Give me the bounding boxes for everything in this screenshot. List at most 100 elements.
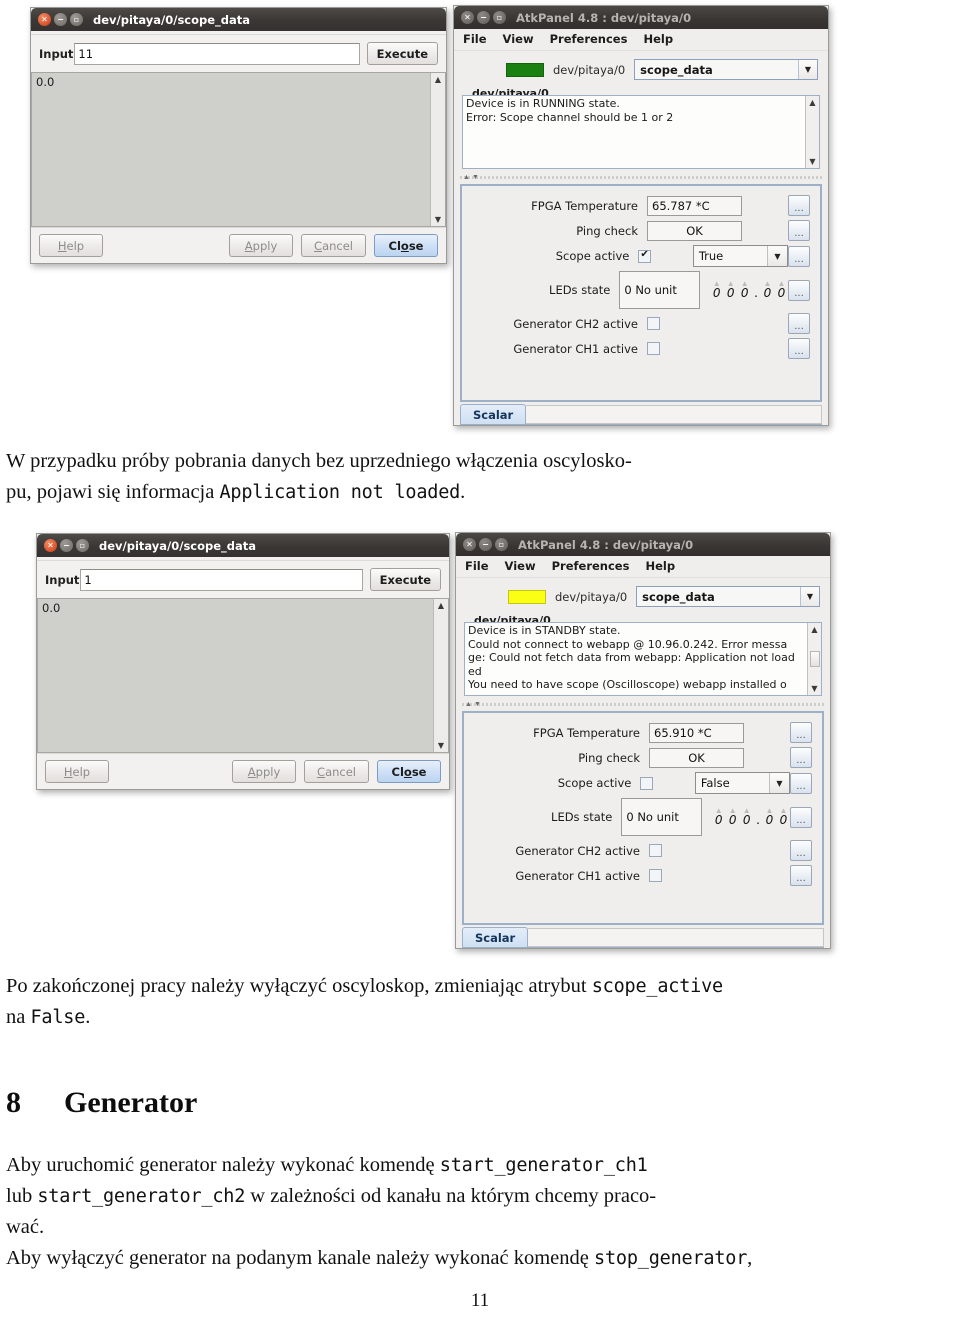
close-window-icon[interactable]: ✕	[463, 538, 476, 551]
scroll-down-icon[interactable]: ▼	[809, 155, 815, 168]
panel-splitter[interactable]: ▲ ▼	[462, 699, 824, 709]
spinner-digit[interactable]: ▲ 0	[740, 807, 753, 827]
scope-active-checkbox[interactable]	[638, 249, 651, 263]
menubar[interactable]: File View Preferences Help	[454, 29, 828, 51]
cancel-button[interactable]: Cancel	[301, 234, 366, 257]
maximize-window-icon[interactable]: ▫	[495, 538, 508, 551]
tabbar[interactable]: Scalar	[462, 927, 824, 948]
scrollbar-thumb[interactable]	[809, 651, 820, 667]
attribute-options-button[interactable]: ...	[790, 840, 812, 861]
attribute-options-button[interactable]: ...	[788, 195, 810, 216]
minimize-window-icon[interactable]: −	[54, 13, 67, 26]
generator-ch1-checkbox[interactable]	[649, 869, 662, 882]
spinner-digit[interactable]: ▲ 0	[724, 280, 737, 300]
generator-ch2-checkbox[interactable]	[647, 317, 660, 330]
chevron-down-icon[interactable]: ▼	[798, 60, 817, 79]
attribute-options-button[interactable]: ...	[790, 772, 812, 794]
spinner-digit[interactable]: ▲ 0	[712, 807, 725, 827]
scroll-up-icon[interactable]: ▲	[809, 96, 815, 109]
maximize-window-icon[interactable]: ▫	[76, 539, 89, 552]
close-window-icon[interactable]: ✕	[38, 13, 51, 26]
close-button[interactable]: Cl o se	[377, 760, 441, 783]
scroll-down-icon[interactable]: ▼	[811, 682, 817, 695]
atkpanel-titlebar[interactable]: ✕ − ▫ AtkPanel 4.8 : dev/pitaya/0	[456, 533, 830, 556]
apply-button[interactable]: Apply	[232, 760, 297, 783]
spinner-digit[interactable]: ▲ 0	[763, 807, 776, 827]
chevron-down-icon[interactable]: ▼	[766, 246, 787, 266]
menu-view[interactable]: View	[503, 32, 534, 46]
leds-state-spinner[interactable]: ▲ 0 ▲ 0 ▲ 0 . ▲ 0 ▲ 0	[710, 280, 788, 300]
scope-data-dialog-2[interactable]: ✕ − ▫ dev/pitaya/0/scope_data Input 1 Ex…	[36, 533, 450, 790]
scroll-down-icon[interactable]: ▼	[435, 213, 441, 226]
menu-preferences[interactable]: Preferences	[550, 32, 628, 46]
tab-scalar[interactable]: Scalar	[462, 927, 529, 947]
minimize-window-icon[interactable]: −	[477, 11, 490, 24]
messages-scrollbar[interactable]: ▲ ▼	[805, 96, 819, 168]
minimize-window-icon[interactable]: −	[479, 538, 492, 551]
atkpanel-titlebar[interactable]: ✕ − ▫ AtkPanel 4.8 : dev/pitaya/0	[454, 6, 828, 29]
window-controls[interactable]: ✕ − ▫	[463, 538, 508, 551]
execute-button[interactable]: Execute	[369, 568, 441, 591]
window-controls[interactable]: ✕ − ▫	[461, 11, 506, 24]
dialog-titlebar[interactable]: ✕ − ▫ dev/pitaya/0/scope_data	[37, 534, 449, 557]
scope-data-dialog-1[interactable]: ✕ − ▫ dev/pitaya/0/scope_data Input 11 E…	[30, 7, 447, 264]
dialog-titlebar[interactable]: ✕ − ▫ dev/pitaya/0/scope_data	[31, 8, 446, 31]
attribute-options-button[interactable]: ...	[788, 313, 810, 334]
attribute-options-button[interactable]: ...	[790, 747, 812, 768]
attribute-options-button[interactable]: ...	[788, 245, 810, 267]
scroll-up-icon[interactable]: ▲	[435, 73, 441, 86]
menu-preferences[interactable]: Preferences	[552, 559, 630, 573]
window-controls[interactable]: ✕ − ▫	[38, 13, 83, 26]
input-field[interactable]: 1	[80, 568, 363, 591]
panel-splitter[interactable]: ▲ ▼	[460, 172, 822, 182]
output-scrollbar[interactable]: ▲ ▼	[430, 73, 445, 226]
window-controls[interactable]: ✕ − ▫	[44, 539, 89, 552]
attribute-options-button[interactable]: ...	[790, 722, 812, 743]
spinner-digit[interactable]: ▲ 0	[726, 807, 739, 827]
attribute-combo[interactable]: scope_data ▼	[634, 59, 818, 80]
menu-view[interactable]: View	[505, 559, 536, 573]
help-button[interactable]: Help	[45, 760, 109, 783]
scroll-up-icon[interactable]: ▲	[438, 599, 444, 612]
spinner-digit[interactable]: ▲ 0	[710, 280, 723, 300]
tab-scalar[interactable]: Scalar	[460, 404, 527, 424]
attribute-options-button[interactable]: ...	[788, 338, 810, 359]
spinner-digit[interactable]: ▲ 0	[761, 280, 774, 300]
scope-active-combo[interactable]: False ▼	[694, 772, 790, 794]
atkpanel-window-1[interactable]: ✕ − ▫ AtkPanel 4.8 : dev/pitaya/0 File V…	[453, 5, 829, 426]
maximize-window-icon[interactable]: ▫	[493, 11, 506, 24]
menubar[interactable]: File View Preferences Help	[456, 556, 830, 578]
close-button[interactable]: Cl o se	[374, 234, 438, 257]
generator-ch2-checkbox[interactable]	[649, 844, 662, 857]
messages-scrollbar[interactable]: ▲ ▼	[807, 623, 821, 695]
minimize-window-icon[interactable]: −	[60, 539, 73, 552]
scroll-down-icon[interactable]: ▼	[438, 739, 444, 752]
attribute-combo[interactable]: scope_data ▼	[636, 586, 820, 607]
attribute-options-button[interactable]: ...	[788, 220, 810, 241]
scope-active-combo[interactable]: True ▼	[692, 245, 788, 267]
atkpanel-window-2[interactable]: ✕ − ▫ AtkPanel 4.8 : dev/pitaya/0 File V…	[455, 532, 831, 949]
menu-file[interactable]: File	[465, 559, 489, 573]
scroll-up-icon[interactable]: ▲	[811, 623, 817, 636]
menu-help[interactable]: Help	[645, 559, 675, 573]
apply-button[interactable]: Apply	[229, 234, 294, 257]
generator-ch1-checkbox[interactable]	[647, 342, 660, 355]
spinner-digit[interactable]: ▲ 0	[738, 280, 751, 300]
tabbar[interactable]: Scalar	[460, 404, 822, 425]
leds-state-spinner[interactable]: ▲ 0 ▲ 0 ▲ 0 . ▲ 0 ▲ 0	[712, 807, 790, 827]
scope-active-checkbox[interactable]	[640, 776, 653, 790]
menu-help[interactable]: Help	[643, 32, 673, 46]
chevron-down-icon[interactable]: ▼	[800, 587, 819, 606]
chevron-down-icon[interactable]: ▼	[768, 773, 789, 793]
attribute-options-button[interactable]: ...	[788, 279, 810, 301]
execute-button[interactable]: Execute	[366, 42, 438, 65]
spinner-digit[interactable]: ▲ 0	[777, 807, 790, 827]
attribute-options-button[interactable]: ...	[790, 806, 812, 828]
close-window-icon[interactable]: ✕	[461, 11, 474, 24]
maximize-window-icon[interactable]: ▫	[70, 13, 83, 26]
cancel-button[interactable]: Cancel	[304, 760, 369, 783]
close-window-icon[interactable]: ✕	[44, 539, 57, 552]
input-field[interactable]: 11	[74, 42, 360, 65]
menu-file[interactable]: File	[463, 32, 487, 46]
spinner-digit[interactable]: ▲ 0	[775, 280, 788, 300]
